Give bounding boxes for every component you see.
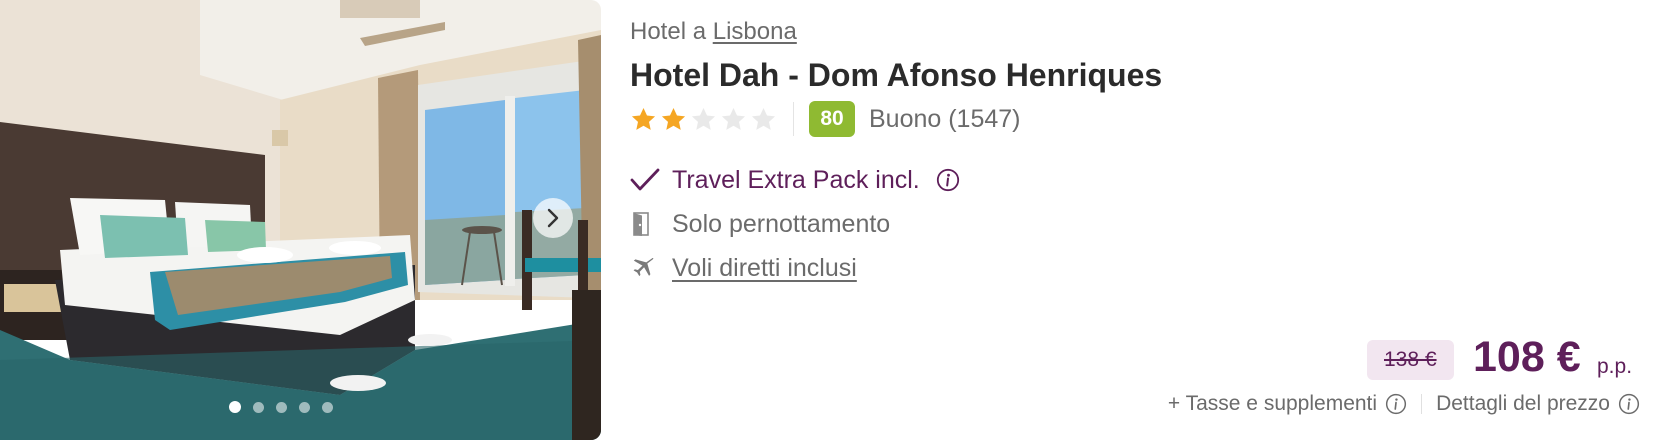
taxes-label[interactable]: + Tasse e supplementi: [1168, 392, 1377, 416]
chevron-right-icon: [547, 208, 559, 228]
star-empty-icon: [721, 107, 746, 130]
check-icon: [630, 164, 662, 196]
feature-extra-pack: Travel Extra Pack incl.: [630, 158, 960, 202]
feature-label: Travel Extra Pack incl.: [672, 165, 920, 194]
gallery-dot[interactable]: [321, 401, 333, 413]
feature-board: Solo pernottamento: [630, 202, 960, 246]
gallery-dot[interactable]: [275, 401, 287, 413]
feature-label: Solo pernottamento: [672, 209, 891, 238]
gallery-next-button[interactable]: [533, 198, 573, 238]
divider: [1421, 394, 1423, 414]
current-price: 108 €: [1473, 333, 1581, 381]
hotel-room-photo: [0, 0, 601, 440]
info-icon[interactable]: [1385, 393, 1407, 415]
price-unit: p.p.: [1597, 355, 1633, 378]
rating-row: 80 Buono (1547): [630, 100, 1021, 138]
star-empty-icon: [751, 107, 776, 130]
gallery-pagination: [0, 399, 601, 415]
star-empty-icon: [691, 107, 716, 130]
feature-label[interactable]: Voli diretti inclusi: [672, 254, 857, 283]
feature-list: Travel Extra Pack incl. Solo pernottamen…: [630, 158, 960, 290]
price-footer: + Tasse e supplementi Dettagli del prezz…: [1168, 392, 1640, 416]
hotel-card[interactable]: Hotel a Lisbona Hotel Dah - Dom Afonso H…: [0, 0, 1658, 440]
info-icon[interactable]: [1618, 393, 1640, 415]
divider: [793, 102, 794, 136]
hotel-name[interactable]: Hotel Dah - Dom Afonso Henriques: [630, 57, 1162, 94]
location-prefix: Hotel a: [630, 18, 707, 45]
info-icon[interactable]: [936, 168, 960, 192]
old-price: 138 €: [1367, 340, 1454, 380]
gallery-dot[interactable]: [228, 401, 241, 413]
review-score-badge: 80: [809, 101, 855, 137]
feature-flights[interactable]: Voli diretti inclusi: [630, 246, 960, 290]
plane-icon: [630, 252, 662, 284]
star-filled-icon: [661, 107, 686, 130]
gallery-dot[interactable]: [252, 401, 264, 413]
door-icon: [630, 208, 662, 240]
price-details-link[interactable]: Dettagli del prezzo: [1436, 392, 1610, 416]
location-city-link[interactable]: Lisbona: [713, 18, 797, 45]
gallery-dot[interactable]: [298, 401, 310, 413]
review-score-label[interactable]: Buono (1547): [869, 105, 1021, 134]
star-filled-icon: [631, 107, 656, 130]
hotel-image-gallery[interactable]: [0, 0, 601, 440]
hotel-location: Hotel a Lisbona: [630, 18, 797, 46]
star-rating: [630, 106, 777, 133]
